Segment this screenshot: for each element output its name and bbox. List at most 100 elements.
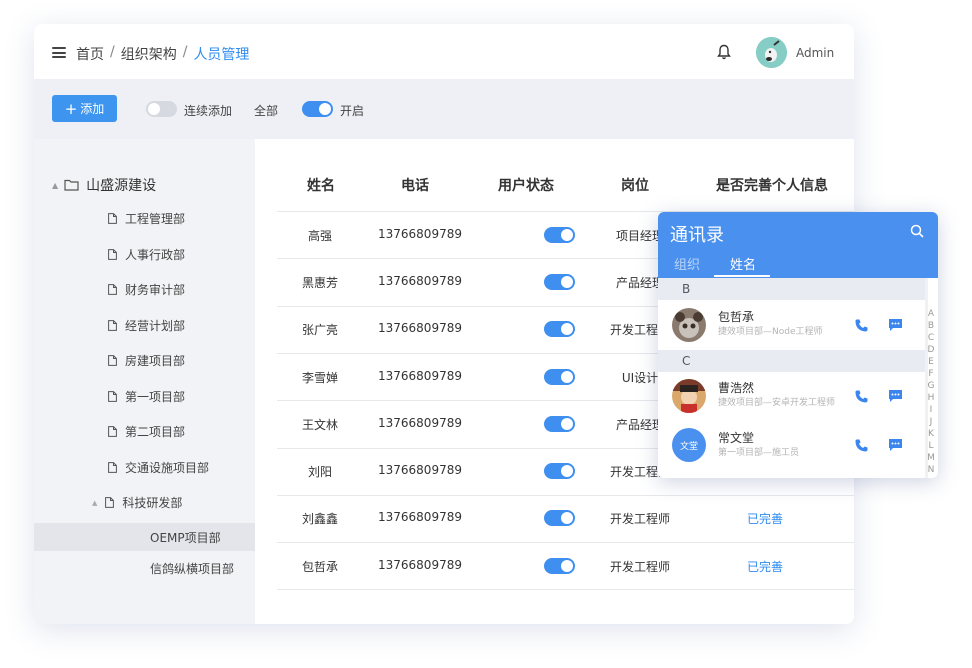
alphabet-letter[interactable]: E: [926, 356, 936, 368]
add-button-label: 添加: [80, 102, 105, 116]
alphabet-letter[interactable]: B: [926, 320, 936, 332]
alphabet-letter[interactable]: F: [926, 368, 936, 380]
enable-toggle[interactable]: [302, 101, 333, 117]
avatar[interactable]: [756, 37, 787, 68]
status-toggle[interactable]: [544, 463, 575, 480]
tree-item[interactable]: 经营计划部: [108, 317, 185, 334]
org-tree: ▲ 山盛源建设 工程管理部 人事行政部 财务审计部 经营计划部 房建项目部 第一…: [34, 139, 255, 624]
continuous-add-toggle[interactable]: [146, 101, 177, 117]
alphabet-letter[interactable]: K: [926, 428, 936, 440]
document-icon: [105, 497, 115, 508]
cell-name: 包哲承: [301, 559, 338, 574]
tree-subitem-label: 信鸽纵横项目部: [150, 561, 235, 576]
user-name[interactable]: Admin: [796, 46, 834, 60]
document-icon: [108, 391, 117, 402]
collapse-triangle-icon[interactable]: ▲: [92, 499, 97, 507]
continuous-add-label: 连续添加: [184, 104, 233, 118]
alphabet-letter[interactable]: I: [926, 404, 936, 416]
alphabet-letter[interactable]: L: [926, 440, 936, 452]
cell-info[interactable]: 已完善: [730, 558, 800, 575]
alphabet-letter[interactable]: J: [926, 416, 936, 428]
contact-name: 包哲承: [718, 310, 755, 324]
row-divider: [277, 589, 854, 591]
cell-info[interactable]: 已完善: [730, 510, 800, 527]
tree-item-label: 科技研发部: [122, 496, 183, 510]
tree-subitem-selected[interactable]: OEMP项目部: [34, 523, 255, 551]
tree-item[interactable]: 人事行政部: [108, 246, 185, 263]
status-toggle[interactable]: [544, 273, 575, 290]
status-toggle[interactable]: [544, 557, 575, 574]
breadcrumb-org[interactable]: 组织架构: [121, 44, 177, 64]
status-toggle[interactable]: [544, 368, 575, 385]
column-header-name[interactable]: 姓名: [307, 175, 335, 195]
status-toggle[interactable]: [544, 415, 575, 432]
tab-name[interactable]: 姓名: [730, 254, 756, 273]
search-icon[interactable]: [910, 224, 924, 238]
tree-item-label: 财务审计部: [125, 283, 186, 297]
alphabet-letter[interactable]: A: [926, 308, 936, 320]
phone-icon[interactable]: [854, 389, 869, 404]
cell-name: 李雪婵: [301, 370, 338, 385]
bell-icon[interactable]: [717, 44, 731, 60]
tree-item-label: 人事行政部: [125, 248, 186, 262]
cell-phone: 13766809789: [378, 415, 462, 430]
collapse-triangle-icon[interactable]: ▲: [52, 181, 58, 190]
status-toggle[interactable]: [544, 226, 575, 243]
column-header-status[interactable]: 用户状态: [498, 175, 554, 195]
tree-item-label: 经营计划部: [125, 319, 186, 333]
status-toggle[interactable]: [544, 321, 575, 338]
document-icon: [108, 355, 117, 366]
group-header: B: [658, 278, 925, 300]
document-icon: [108, 462, 117, 473]
column-header-post[interactable]: 岗位: [621, 175, 649, 195]
tree-item[interactable]: 房建项目部: [108, 352, 185, 369]
tree-item[interactable]: 第一项目部: [108, 388, 185, 405]
all-filter[interactable]: 全部: [254, 102, 278, 119]
tree-item[interactable]: 第二项目部: [108, 423, 185, 440]
menu-icon[interactable]: [52, 47, 66, 58]
tree-subitem[interactable]: 信鸽纵横项目部: [34, 554, 255, 582]
message-icon[interactable]: [888, 318, 903, 332]
group-header: C: [658, 350, 925, 372]
message-icon[interactable]: [888, 438, 903, 452]
top-bar: 首页 / 组织架构 / 人员管理 Admin: [34, 24, 854, 79]
tab-organization[interactable]: 组织: [674, 254, 700, 273]
tree-item[interactable]: 财务审计部: [108, 281, 185, 298]
cell-phone: 13766809789: [378, 463, 462, 478]
phone-icon[interactable]: [854, 438, 869, 453]
cell-name: 张广亮: [301, 323, 338, 338]
alphabet-letter[interactable]: M: [926, 452, 936, 464]
column-header-phone[interactable]: 电话: [401, 175, 429, 195]
breadcrumb-home[interactable]: 首页: [76, 44, 104, 64]
tab-indicator: [714, 275, 770, 277]
cell-post: 开发工程师: [609, 512, 670, 527]
document-icon: [108, 426, 117, 437]
phone-icon[interactable]: [854, 318, 869, 333]
cell-name: 高强: [307, 228, 332, 243]
column-header-info[interactable]: 是否完善个人信息: [716, 175, 828, 195]
message-icon[interactable]: [888, 389, 903, 403]
tree-item-expanded[interactable]: ▲ 科技研发部: [92, 494, 182, 511]
document-icon: [108, 213, 117, 224]
cell-post: 开发工程师: [609, 559, 670, 574]
add-button[interactable]: + 添加: [52, 95, 117, 122]
status-toggle[interactable]: [544, 510, 575, 527]
alphabet-letter[interactable]: D: [926, 344, 936, 356]
cell-name: 刘鑫鑫: [301, 512, 338, 527]
cell-phone: 13766809789: [378, 273, 462, 288]
alphabet-letter[interactable]: N: [926, 464, 936, 476]
document-icon: [108, 320, 117, 331]
tree-item[interactable]: 交通设施项目部: [108, 459, 209, 476]
toolbar: + 添加 连续添加 全部 开启: [34, 79, 854, 139]
contact-name: 曹浩然: [718, 381, 755, 395]
alphabet-letter[interactable]: G: [926, 380, 936, 392]
tree-item-label: 房建项目部: [125, 354, 186, 368]
tree-item-label: 第一项目部: [125, 390, 186, 404]
tree-root[interactable]: ▲ 山盛源建设: [52, 175, 156, 195]
cell-phone: 13766809789: [378, 557, 462, 572]
cell-phone: 13766809789: [378, 510, 462, 525]
tree-item-label: 工程管理部: [125, 212, 186, 226]
tree-item[interactable]: 工程管理部: [108, 210, 185, 227]
alphabet-letter[interactable]: H: [926, 392, 936, 404]
alphabet-letter[interactable]: C: [926, 332, 936, 344]
